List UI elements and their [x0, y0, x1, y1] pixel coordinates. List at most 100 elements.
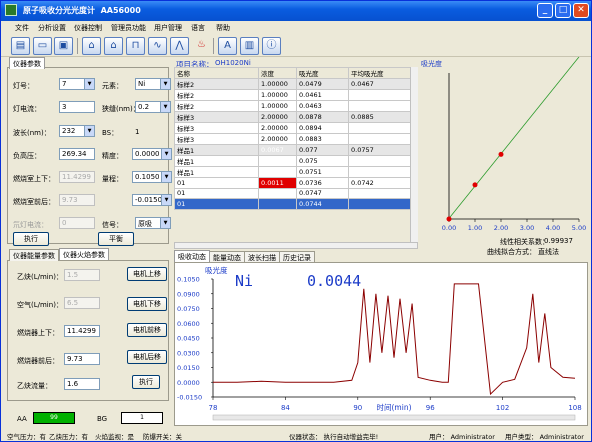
- table-body: 标样2 1.00000 0.0479 0.0467 标样2 1.00000 0.0461 标样…: [174, 78, 417, 210]
- graph-icon[interactable]: ▥: [240, 37, 259, 55]
- hollow-current-input[interactable]: 0: [59, 217, 95, 229]
- tab-absorb-dynamic[interactable]: 吸收动态: [174, 250, 210, 262]
- flame-icon[interactable]: ♨: [192, 37, 211, 55]
- chevron-down-icon: ▼: [160, 79, 170, 89]
- col-avg-header[interactable]: 平均吸光度: [348, 67, 417, 79]
- open-icon[interactable]: ▤: [11, 37, 30, 55]
- col-name-header[interactable]: 名称: [174, 67, 259, 79]
- burner-updown-flame-label: 燃烧器上下：: [17, 329, 59, 337]
- signal-select[interactable]: 原吸 ▼: [135, 217, 171, 229]
- balance-button[interactable]: 平衡: [98, 232, 134, 246]
- menu-admin[interactable]: 管理员功能: [111, 23, 146, 33]
- table-row[interactable]: 标样3 2.00000 0.0883: [174, 133, 417, 145]
- bg-energy-bar: 1: [121, 412, 163, 424]
- lamp2-icon[interactable]: ⌂: [104, 37, 123, 55]
- save-icon[interactable]: ▣: [54, 37, 73, 55]
- tab-energy-params[interactable]: 仪器能量参数: [9, 249, 59, 261]
- table-row[interactable]: 样品1 0.0751: [174, 166, 417, 178]
- precision-select[interactable]: 0.0000 ▼: [132, 148, 172, 160]
- element-label: 元素：: [102, 82, 123, 90]
- menu-instrument-control[interactable]: 仪器控制: [74, 23, 102, 33]
- signal-y-tick-label: 0.0900: [177, 290, 200, 298]
- status-acetylene-pressure: 乙炔压力：有: [49, 433, 88, 441]
- menu-language[interactable]: 语言: [191, 23, 205, 33]
- execute-button[interactable]: 执行: [13, 232, 49, 246]
- table-cell-name: 01: [174, 198, 259, 210]
- motor-forward-button[interactable]: 电机前移: [127, 323, 167, 337]
- chevron-down-icon: ▼: [161, 195, 171, 205]
- table-hscrollbar[interactable]: [174, 242, 418, 249]
- signal-y-tick-label: 0.0150: [177, 364, 200, 372]
- minimize-button[interactable]: _: [537, 3, 553, 18]
- col-conc-header[interactable]: 浓度: [258, 67, 297, 79]
- signal-x-tick-label: 90: [353, 404, 362, 412]
- table-row[interactable]: 标样2 1.00000 0.0479 0.0467: [174, 78, 417, 90]
- bs-label: BS：: [102, 129, 119, 137]
- neg-hv-input[interactable]: 269.34: [59, 148, 95, 160]
- title-bar[interactable]: 原子吸收分光光度计 AA56000 _ □ ✕: [1, 1, 591, 21]
- table-cell-abs: 0.0878: [296, 111, 349, 123]
- aa-label: AA: [17, 415, 27, 423]
- wavelength-select[interactable]: 232 ▼: [59, 125, 95, 137]
- status-air-pressure: 空气压力：有: [7, 433, 46, 441]
- close-button[interactable]: ✕: [573, 3, 589, 18]
- maximize-button[interactable]: □: [555, 3, 571, 18]
- air-input[interactable]: 6.5: [64, 297, 100, 309]
- table-row[interactable]: 标样2 1.00000 0.0461: [174, 89, 417, 101]
- lamp-current-input[interactable]: 3: [59, 101, 95, 113]
- lamp-current-label: 灯电流：: [13, 105, 41, 113]
- lamp-no-value: 7: [62, 80, 67, 88]
- menu-analysis-settings[interactable]: 分析设置: [38, 23, 66, 33]
- acetylene-flow-input[interactable]: 1.6: [64, 378, 100, 390]
- bench-icon[interactable]: ⊓: [126, 37, 145, 55]
- signal-y-tick-label: 0.1050: [177, 276, 200, 284]
- table-cell-abs: 0.0479: [296, 78, 349, 90]
- table-row[interactable]: 标样3 2.00000 0.0878 0.0885: [174, 111, 417, 123]
- range-low-select[interactable]: -0.0150 ▼: [132, 194, 172, 206]
- acetylene-label: 乙炔(L/min)：: [17, 273, 63, 281]
- table-row[interactable]: 01 0.0011 0.0736 0.0742: [174, 177, 417, 189]
- hollow-current-label: 氘灯电流：: [13, 221, 48, 229]
- table-row[interactable]: 01 0.0744: [174, 198, 417, 210]
- element-select[interactable]: Ni ▼: [135, 78, 171, 90]
- range-select[interactable]: 0.1050 ▼: [132, 171, 172, 183]
- col-abs-header[interactable]: 吸光度: [296, 67, 349, 79]
- status-flame-monitor: 火焰监视：是: [95, 433, 134, 441]
- aa-icon[interactable]: A: [218, 37, 237, 55]
- status-user-type: 用户类型： Administrator: [505, 433, 584, 441]
- tab-instrument-params[interactable]: 仪器参数: [9, 57, 45, 69]
- table-row[interactable]: 标样2 1.00000 0.0463: [174, 100, 417, 112]
- info-icon[interactable]: ⓘ: [262, 37, 281, 55]
- air-label: 空气(L/min)：: [17, 301, 63, 309]
- burner-updown-input[interactable]: 11.4299: [59, 171, 95, 183]
- menu-help[interactable]: 帮助: [216, 23, 230, 33]
- table-row[interactable]: 样品1 0.075: [174, 155, 417, 167]
- burner-fb-flame-input[interactable]: 9.73: [64, 353, 100, 365]
- lamp-no-select[interactable]: 7 ▼: [59, 78, 95, 90]
- table-scrollbar[interactable]: [410, 67, 418, 242]
- table-cell-conc: 1.00000: [258, 89, 297, 101]
- burner-fb-input[interactable]: 9.73: [59, 194, 95, 206]
- menu-bar: 文件 分析设置 仪器控制 管理员功能 用户管理 语言 帮助: [1, 21, 591, 35]
- lamp-icon[interactable]: ⌂: [82, 37, 101, 55]
- slit-select[interactable]: 0.2 ▼: [135, 101, 171, 113]
- flame-execute-button[interactable]: 执行: [132, 375, 160, 389]
- folder-icon[interactable]: ▭: [33, 37, 52, 55]
- table-row[interactable]: 01 0.0747: [174, 187, 417, 200]
- menu-file[interactable]: 文件: [15, 23, 29, 33]
- table-row[interactable]: 标样3 2.00000 0.0894: [174, 122, 417, 134]
- motor-back-button[interactable]: 电机后移: [127, 350, 167, 364]
- motor-up-button[interactable]: 电机上移: [127, 267, 167, 281]
- acetylene-input[interactable]: 1.5: [64, 269, 100, 281]
- table-cell-conc: [258, 155, 297, 167]
- peak-icon[interactable]: ⋀: [170, 37, 189, 55]
- lamp-no-label: 灯号：: [13, 82, 34, 90]
- burner-updown-flame-input[interactable]: 11.4299: [64, 325, 100, 337]
- wave-icon[interactable]: ∿: [148, 37, 167, 55]
- motor-down-button[interactable]: 电机下移: [127, 297, 167, 311]
- menu-user-management[interactable]: 用户管理: [154, 23, 182, 33]
- table-row[interactable]: 样品1 0.0067 0.077 0.0757: [174, 144, 417, 156]
- table-cell-conc: 1.00000: [258, 100, 297, 112]
- signal-value: 原吸: [138, 220, 152, 228]
- tab-flame-params[interactable]: 仪器火焰参数: [59, 248, 109, 260]
